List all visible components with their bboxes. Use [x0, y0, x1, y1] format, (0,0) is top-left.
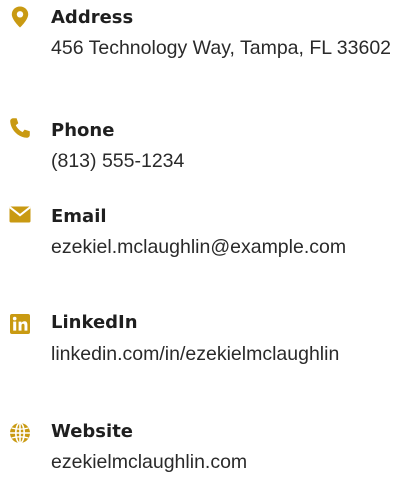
- address-label: Address: [51, 7, 134, 28]
- email-value[interactable]: ezekiel.mclaughlin@example.com: [51, 234, 403, 261]
- linkedin-value[interactable]: linkedin.com/in/ezekielmclaughlin: [51, 341, 403, 368]
- phone-value[interactable]: (813) 555-1234: [51, 148, 403, 175]
- website-value[interactable]: ezekielmclaughlin.com: [51, 449, 403, 476]
- website-label: Website: [51, 421, 134, 442]
- email-label: Email: [51, 206, 107, 227]
- map-pin-icon: [8, 5, 32, 29]
- globe-icon: [8, 421, 32, 445]
- phone-icon: [8, 116, 32, 140]
- envelope-icon: [8, 202, 32, 226]
- linkedin-label: LinkedIn: [51, 312, 138, 333]
- address-value: 456 Technology Way, Tampa, FL 33602: [51, 37, 392, 59]
- linkedin-icon: [8, 312, 32, 336]
- phone-label: Phone: [51, 120, 115, 141]
